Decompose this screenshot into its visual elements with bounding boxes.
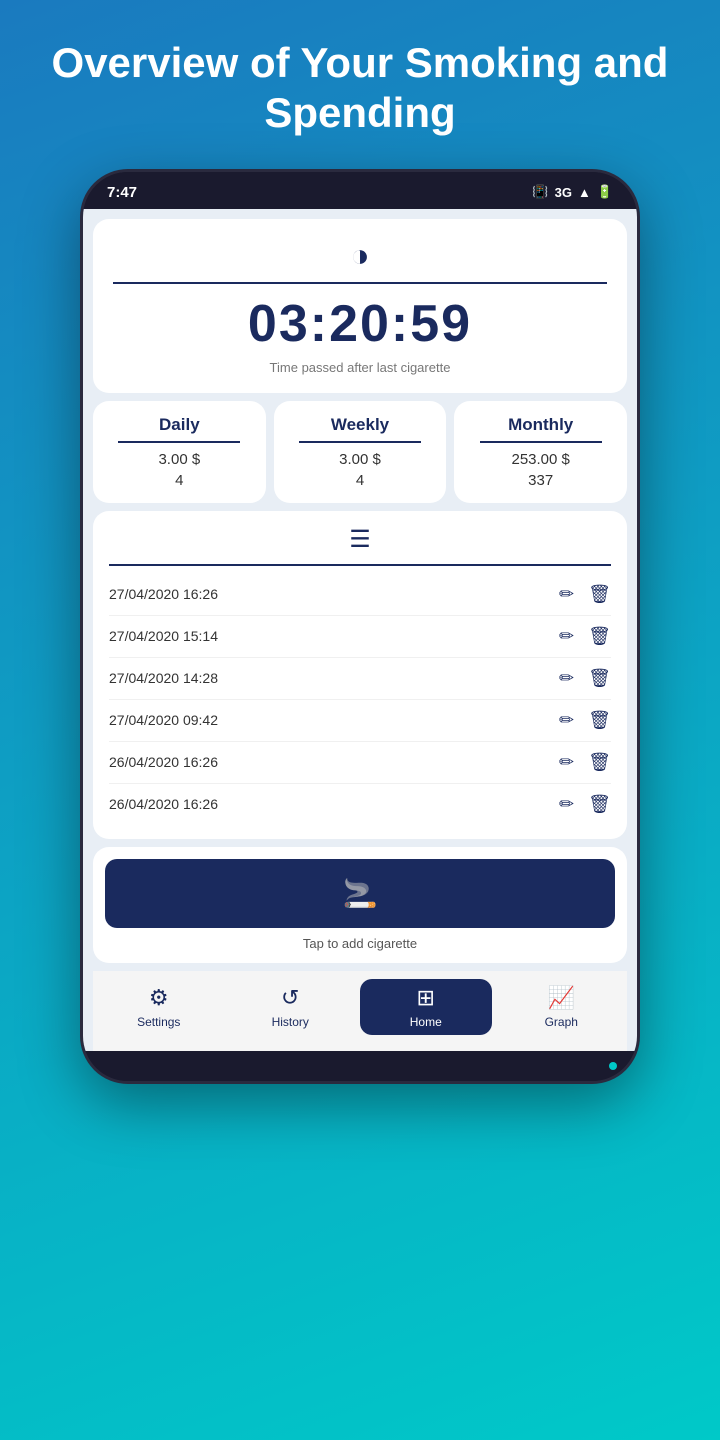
history-row: 27/04/2020 16:26 ✏ 🗑 (109, 574, 611, 616)
add-cigarette-area: 🚬 Tap to add cigarette (93, 847, 627, 963)
timer-divider (113, 282, 607, 284)
timer-card: ◑ 03:20:59 Time passed after last cigare… (93, 219, 627, 393)
edit-icon-6[interactable]: ✏ (559, 794, 574, 815)
nav-history[interactable]: ↺ History (225, 979, 357, 1035)
stats-row: Daily 3.00 $ 4 Weekly 3.00 $ 4 Monthly 2… (93, 401, 627, 503)
history-divider (109, 564, 611, 566)
stat-card-daily: Daily 3.00 $ 4 (93, 401, 266, 503)
nav-settings-label: Settings (137, 1015, 180, 1029)
stat-card-weekly: Weekly 3.00 $ 4 (274, 401, 447, 503)
delete-icon-4[interactable]: 🗑 (588, 710, 611, 731)
history-row: 27/04/2020 15:14 ✏ 🗑 (109, 616, 611, 658)
delete-icon-1[interactable]: 🗑 (588, 584, 611, 605)
monthly-count: 337 (528, 472, 553, 489)
weekly-title: Weekly (331, 415, 389, 435)
phone-content: ◑ 03:20:59 Time passed after last cigare… (83, 209, 637, 1051)
edit-icon-2[interactable]: ✏ (559, 626, 574, 647)
network-label: 3G (555, 185, 572, 200)
list-icon: ☰ (349, 525, 371, 554)
history-icon: ↺ (281, 985, 299, 1011)
cigarette-icon: 🚬 (343, 877, 378, 910)
history-date-1: 27/04/2020 16:26 (109, 586, 218, 602)
weekly-amount: 3.00 $ (339, 451, 381, 468)
home-icon: ⊞ (417, 985, 435, 1011)
delete-icon-6[interactable]: 🗑 (588, 794, 611, 815)
history-date-2: 27/04/2020 15:14 (109, 628, 218, 644)
phone-bottom (83, 1051, 637, 1081)
nav-dot (609, 1062, 617, 1070)
daily-count: 4 (175, 472, 183, 489)
nav-history-label: History (272, 1015, 309, 1029)
edit-icon-3[interactable]: ✏ (559, 668, 574, 689)
delete-icon-3[interactable]: 🗑 (588, 668, 611, 689)
edit-icon-1[interactable]: ✏ (559, 584, 574, 605)
history-row: 26/04/2020 16:26 ✏ 🗑 (109, 742, 611, 784)
weekly-count: 4 (356, 472, 364, 489)
history-date-3: 27/04/2020 14:28 (109, 670, 218, 686)
page-title: Overview of Your Smoking and Spending (0, 38, 720, 139)
history-row: 26/04/2020 16:26 ✏ 🗑 (109, 784, 611, 825)
history-date-4: 27/04/2020 09:42 (109, 712, 218, 728)
edit-icon-4[interactable]: ✏ (559, 710, 574, 731)
history-date-6: 26/04/2020 16:26 (109, 796, 218, 812)
edit-icon-5[interactable]: ✏ (559, 752, 574, 773)
add-cigarette-label: Tap to add cigarette (303, 936, 417, 951)
nav-graph[interactable]: 📈 Graph (496, 979, 628, 1035)
nav-home[interactable]: ⊞ Home (360, 979, 492, 1035)
timer-value: 03:20:59 (248, 294, 472, 354)
settings-icon: ⚙ (149, 985, 169, 1011)
delete-icon-5[interactable]: 🗑 (588, 752, 611, 773)
history-date-5: 26/04/2020 16:26 (109, 754, 218, 770)
phone-shell: 7:47 📳 3G ▲ 🔋 ◑ 03:20:59 Time passed aft… (80, 169, 640, 1084)
clock-icon: ◑ (350, 237, 369, 274)
status-time: 7:47 (107, 184, 137, 201)
status-bar: 7:47 📳 3G ▲ 🔋 (83, 172, 637, 209)
history-card: ☰ 27/04/2020 16:26 ✏ 🗑 27/04/2020 15:14 … (93, 511, 627, 839)
nav-graph-label: Graph (545, 1015, 578, 1029)
monthly-title: Monthly (508, 415, 573, 435)
daily-title: Daily (159, 415, 200, 435)
vibrate-icon: 📳 (532, 184, 548, 200)
daily-amount: 3.00 $ (158, 451, 200, 468)
timer-label: Time passed after last cigarette (270, 360, 451, 375)
signal-icon: ▲ (578, 185, 591, 200)
history-row: 27/04/2020 09:42 ✏ 🗑 (109, 700, 611, 742)
delete-icon-2[interactable]: 🗑 (588, 626, 611, 647)
add-cigarette-button[interactable]: 🚬 (105, 859, 615, 928)
monthly-amount: 253.00 $ (511, 451, 569, 468)
nav-home-label: Home (410, 1015, 442, 1029)
battery-icon: 🔋 (597, 184, 613, 200)
stat-card-monthly: Monthly 253.00 $ 337 (454, 401, 627, 503)
bottom-nav: ⚙ Settings ↺ History ⊞ Home 📈 Graph (93, 971, 627, 1051)
nav-settings[interactable]: ⚙ Settings (93, 979, 225, 1035)
graph-icon: 📈 (548, 985, 575, 1011)
history-row: 27/04/2020 14:28 ✏ 🗑 (109, 658, 611, 700)
